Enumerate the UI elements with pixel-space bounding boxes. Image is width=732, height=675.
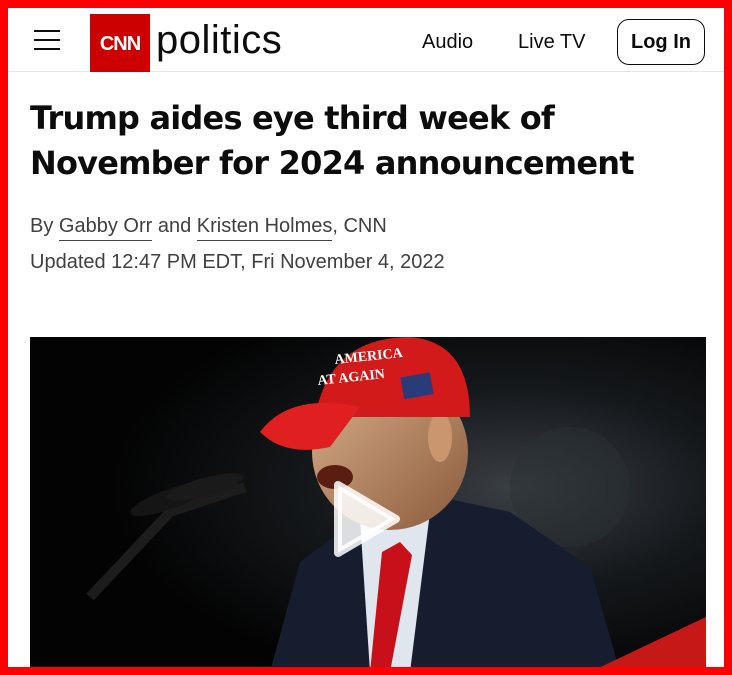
play-icon[interactable] xyxy=(330,479,402,559)
svg-text:CNN: CNN xyxy=(100,33,141,55)
nav-live-tv-link[interactable]: Live TV xyxy=(518,30,585,54)
login-button[interactable]: Log In xyxy=(617,19,705,65)
cnn-logo[interactable]: CNN xyxy=(90,14,150,72)
page-frame: CNN politics Audio Live TV Log In Trump … xyxy=(8,8,724,667)
video-player[interactable]: AMERICA AT AGAIN xyxy=(30,337,706,667)
byline-prefix: By xyxy=(30,215,54,237)
author-link-kristen-holmes[interactable]: Kristen Holmes xyxy=(196,215,333,241)
author-link-gabby-orr[interactable]: Gabby Orr xyxy=(58,215,153,241)
section-name-politics[interactable]: politics xyxy=(156,16,282,64)
cnn-logo-mark: CNN xyxy=(100,33,142,55)
nav-audio-link[interactable]: Audio xyxy=(422,30,473,54)
byline-joiner: and xyxy=(157,215,192,237)
article-headline: Trump aides eye third week of November f… xyxy=(30,99,635,182)
byline: By Gabby Orr and Kristen Holmes, CNN xyxy=(30,213,387,241)
site-header: CNN politics Audio Live TV Log In xyxy=(8,8,724,72)
hamburger-menu-icon[interactable] xyxy=(32,26,62,54)
byline-suffix: , CNN xyxy=(332,215,387,237)
article-timestamp: Updated 12:47 PM EDT, Fri November 4, 20… xyxy=(30,251,445,273)
